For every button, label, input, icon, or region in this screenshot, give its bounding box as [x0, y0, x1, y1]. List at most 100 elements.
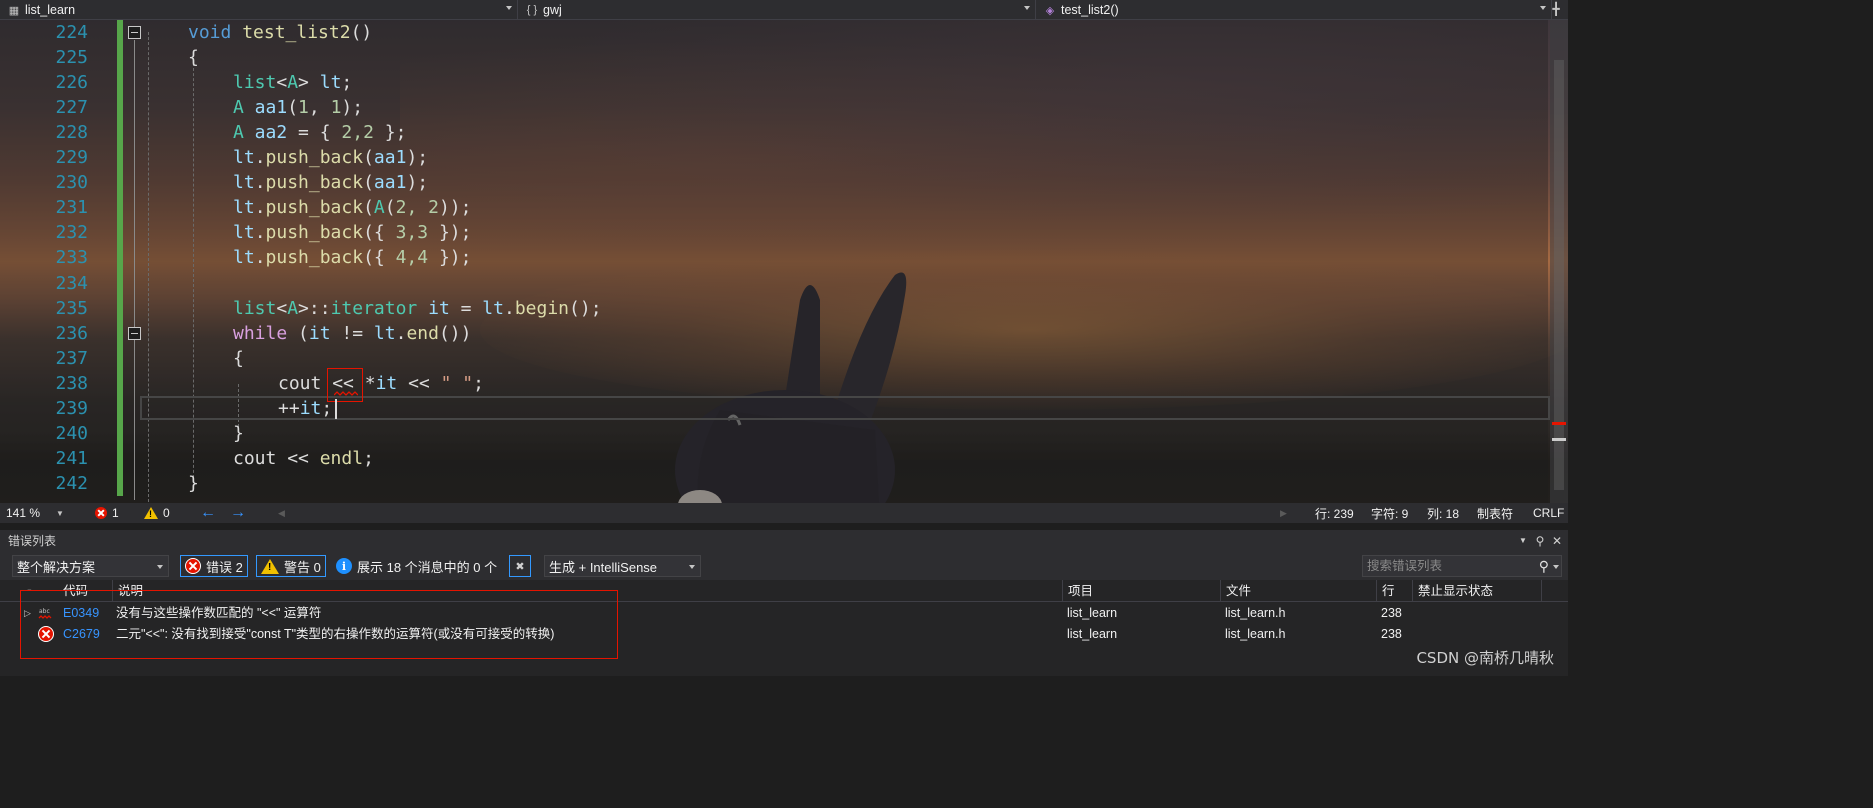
code-token: aa1 [373, 147, 407, 168]
column-header-file[interactable]: 文件 [1220, 580, 1376, 602]
messages-filter-button[interactable]: i 展示 18 个消息中的 0 个 [336, 555, 497, 577]
line-ending-indicator[interactable]: CRLF [1533, 503, 1564, 523]
code-token: lt [233, 247, 255, 268]
chevron-down-icon [157, 565, 163, 569]
line-number: 231 [55, 197, 88, 218]
errors-filter-button[interactable]: 错误 2 [180, 555, 248, 577]
code-token: aa2 [243, 122, 288, 143]
line-number: 235 [55, 298, 88, 319]
error-search-input[interactable]: 搜索错误列表 ⚲ [1362, 555, 1562, 577]
tabs-indicator[interactable]: 制表符 [1477, 503, 1513, 523]
clear-filter-icon[interactable]: ✖ [509, 555, 531, 577]
code-token: push_back [265, 172, 364, 193]
error-list-title-bar: 错误列表 ▼ ⚲ ✕ [0, 530, 1568, 552]
navigate-forward-icon[interactable]: → [230, 503, 246, 523]
warning-icon: ! [261, 558, 279, 574]
member-name: test_list2() [1061, 3, 1119, 17]
code-text[interactable]: void test_list2() { list<A> lt; A aa1(1,… [188, 20, 602, 494]
code-token: (); [569, 298, 602, 319]
navigate-back-icon[interactable]: ← [200, 503, 216, 523]
scroll-left-icon[interactable]: ◀ [278, 503, 285, 523]
code-token: ()) [438, 323, 472, 344]
pin-icon[interactable]: ⚲ [1533, 533, 1547, 549]
line-number: 232 [55, 222, 88, 243]
code-token: 1 [298, 97, 309, 118]
change-tracking-bar [117, 20, 123, 496]
code-token: ({ [363, 247, 396, 268]
code-editor[interactable]: 224 225 226 227 228 229 230 231 232 233 … [0, 20, 1568, 503]
project-icon: ▦ [8, 4, 20, 17]
code-token: }; [373, 122, 407, 143]
column-header-suppression[interactable]: 禁止显示状态 [1412, 580, 1542, 602]
scope-filter-dropdown[interactable]: 整个解决方案 [12, 555, 169, 577]
search-icon[interactable]: ⚲ [1539, 556, 1549, 576]
errors-filter-label: 错误 2 [206, 559, 243, 575]
code-token: << [397, 373, 441, 394]
code-token: lt [319, 72, 342, 93]
column-header-project[interactable]: 项目 [1062, 580, 1220, 602]
code-token: != [330, 323, 374, 344]
warnings-filter-label: 警告 0 [284, 559, 321, 575]
error-icon [95, 507, 107, 519]
error-list-toolbar: 整个解决方案 错误 2 ! 警告 0 i 展示 18 个消息中的 0 个 ✖ 生… [0, 552, 1568, 580]
code-token: push_back [265, 197, 364, 218]
scrollbar-thumb[interactable] [1554, 60, 1564, 490]
code-token: A [233, 97, 244, 118]
warning-count-indicator[interactable]: ! 0 [144, 503, 170, 523]
code-token: ; [341, 72, 353, 93]
column-header-line[interactable]: 行 [1376, 580, 1412, 602]
vertical-scrollbar[interactable] [1550, 20, 1568, 503]
code-token: A [287, 72, 299, 93]
code-token: ( [287, 97, 299, 118]
line-number: 228 [55, 122, 88, 143]
line-number: 227 [55, 97, 88, 118]
error-count-indicator[interactable]: 1 [95, 503, 119, 523]
code-token: }); [428, 247, 472, 268]
code-token: = { [287, 122, 342, 143]
method-icon: ◈ [1045, 4, 1055, 17]
line-number: 229 [55, 147, 88, 168]
code-token: . [254, 172, 266, 193]
zoom-dropdown[interactable]: 141 % ▼ [6, 503, 64, 523]
build-filter-dropdown[interactable]: 生成 + IntelliSense [544, 555, 701, 577]
error-file: list_learn.h [1225, 606, 1286, 620]
line-number: 241 [55, 448, 88, 469]
code-token: end [406, 323, 439, 344]
code-line-240: } [233, 423, 244, 444]
code-token: 1 [330, 97, 342, 118]
line-number: 226 [55, 72, 88, 93]
split-window-icon[interactable]: ╋ [1550, 2, 1562, 16]
line-indicator[interactable]: 行: 239 [1315, 503, 1354, 523]
code-token: ({ [363, 222, 396, 243]
scroll-right-icon[interactable]: ▶ [1280, 503, 1287, 523]
scope-dropdown[interactable]: { } gwj [518, 0, 1036, 20]
error-squiggle[interactable] [334, 391, 358, 396]
code-line-241: cout << endl; [233, 446, 374, 471]
error-line: 238 [1381, 606, 1402, 620]
column-indicator[interactable]: 列: 18 [1427, 503, 1459, 523]
line-number: 225 [55, 47, 88, 68]
code-token: void [188, 22, 232, 43]
member-dropdown[interactable]: ◈ test_list2() [1036, 0, 1552, 20]
code-line-239: ++it; [278, 396, 332, 421]
code-line-229: lt.push_back(aa1); [233, 145, 428, 170]
collapse-icon[interactable] [128, 327, 141, 340]
code-token: test_list2 [242, 22, 351, 43]
panel-options-icon[interactable]: ▼ [1516, 533, 1530, 549]
code-token: lt [482, 298, 504, 319]
error-marker[interactable] [1552, 422, 1566, 425]
char-indicator[interactable]: 字符: 9 [1371, 503, 1408, 523]
code-token: << [276, 448, 320, 469]
code-token: lt [373, 323, 396, 344]
messages-filter-label: 展示 18 个消息中的 0 个 [357, 559, 498, 575]
warnings-filter-button[interactable]: ! 警告 0 [256, 555, 326, 577]
code-line-236: while (it != lt.end()) [233, 321, 471, 346]
code-token: endl [319, 448, 364, 469]
zoom-level: 141 % [6, 506, 41, 520]
code-token: . [254, 147, 266, 168]
project-dropdown[interactable]: ▦ list_learn [0, 0, 518, 20]
close-icon[interactable]: ✕ [1550, 533, 1564, 549]
collapse-icon[interactable] [128, 26, 141, 39]
code-token: . [254, 247, 266, 268]
chevron-down-icon [689, 565, 695, 569]
